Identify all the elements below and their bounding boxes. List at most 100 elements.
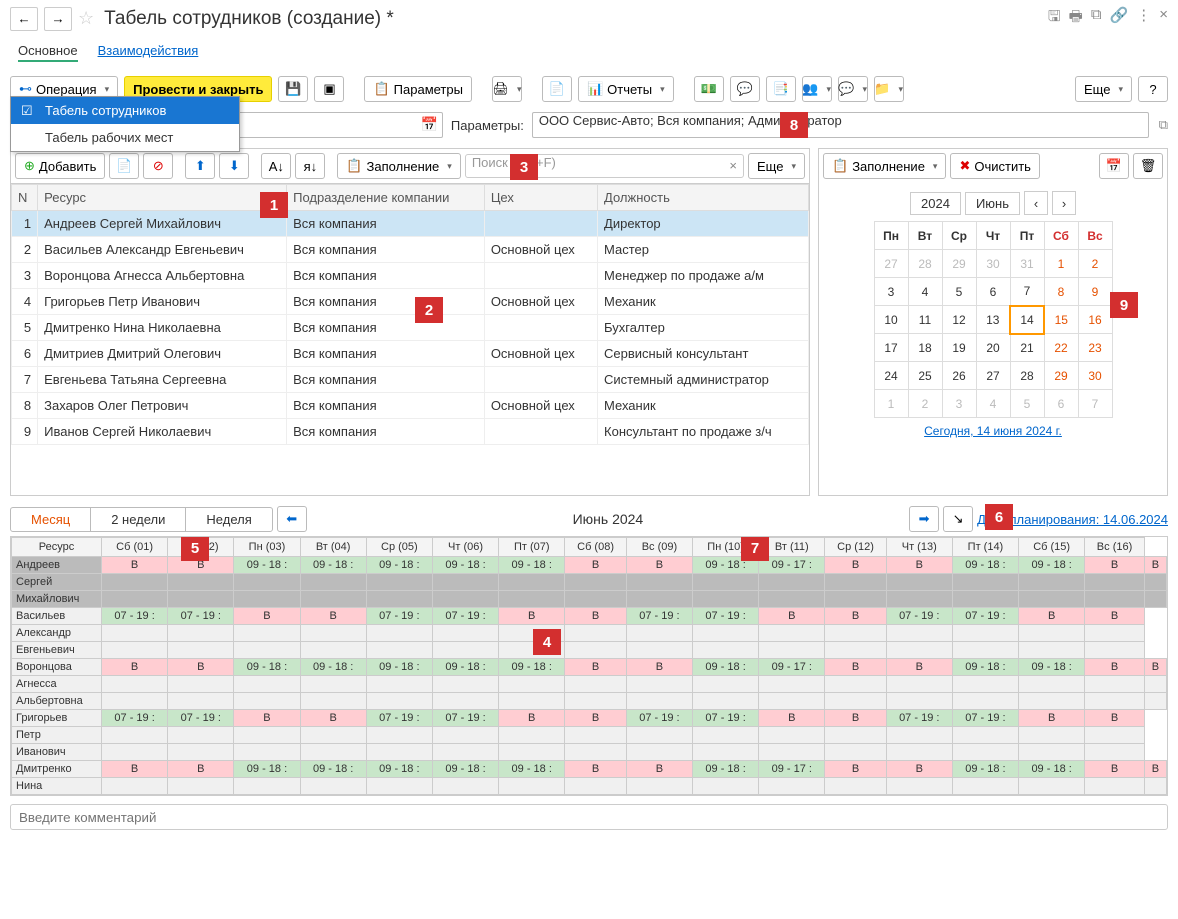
copy-button[interactable]: 📄 [109, 153, 139, 179]
sched-row[interactable]: Евгеньевич [12, 642, 1167, 659]
lp-more-button[interactable]: Еще [748, 153, 805, 179]
sched-cell[interactable]: В [1144, 761, 1166, 778]
cal-day[interactable]: 7 [1010, 278, 1044, 306]
search-input[interactable]: Поиск (Ctrl+F) × [465, 154, 744, 178]
forward-button[interactable]: → [44, 7, 72, 31]
table-row[interactable]: 6Дмитриев Дмитрий ОлеговичВся компанияОс… [12, 341, 809, 367]
sched-cell[interactable]: 07 - 19 : [168, 710, 234, 727]
kebab-menu-icon[interactable]: ⋮ [1136, 6, 1151, 31]
sched-cell[interactable]: 09 - 18 : [952, 761, 1018, 778]
sched-cell[interactable]: В [565, 557, 627, 574]
op-item-timesheet-emp[interactable]: Табель сотрудников [11, 97, 239, 124]
sched-cell[interactable]: 09 - 18 : [693, 761, 759, 778]
sched-row[interactable]: Васильев07 - 19 :07 - 19 :ВВ07 - 19 :07 … [12, 608, 1167, 625]
cal-day[interactable]: 8 [1044, 278, 1078, 306]
period-next-button[interactable]: ➡ [909, 506, 939, 532]
sched-cell[interactable]: 09 - 18 : [693, 659, 759, 676]
sched-cell[interactable]: 09 - 18 : [234, 659, 300, 676]
sched-cell[interactable]: 09 - 18 : [366, 659, 432, 676]
sched-cell[interactable]: В [565, 710, 627, 727]
cal-day[interactable]: 7 [1078, 390, 1112, 418]
sched-cell[interactable]: В [825, 710, 886, 727]
sched-cell[interactable]: 09 - 18 : [432, 761, 498, 778]
col-position[interactable]: Должность [598, 185, 809, 211]
sched-row[interactable]: Григорьев07 - 19 :07 - 19 :ВВ07 - 19 :07… [12, 710, 1167, 727]
cal-day[interactable]: 19 [942, 334, 976, 362]
resource-table[interactable]: N Ресурс Подразделение компании Цех Долж… [11, 184, 809, 445]
col-division[interactable]: Подразделение компании [287, 185, 485, 211]
table-row[interactable]: 8Захаров Олег ПетровичВся компанияОсновн… [12, 393, 809, 419]
sched-cell[interactable]: В [759, 608, 825, 625]
back-button[interactable]: ← [10, 7, 38, 31]
sched-row[interactable]: ДмитренкоВВ09 - 18 :09 - 18 :09 - 18 :09… [12, 761, 1167, 778]
rp-clear-button[interactable]: ✖ Очистить [950, 153, 1040, 179]
cal-day[interactable]: 25 [908, 362, 942, 390]
sched-row[interactable]: Альбертовна [12, 693, 1167, 710]
print-dropdown[interactable]: 🖨 [492, 76, 522, 102]
sched-cell[interactable]: 09 - 18 : [234, 761, 300, 778]
cal-day[interactable]: 14 [1010, 306, 1044, 334]
close-icon[interactable]: × [1159, 6, 1168, 31]
op-item-timesheet-wp[interactable]: Табель рабочих мест [11, 124, 239, 151]
calendar-grid[interactable]: ПнВтСрЧтПтСбВс 2728293031123456789101112… [874, 221, 1113, 418]
sched-cell[interactable]: 09 - 18 : [432, 557, 498, 574]
cal-day[interactable]: 18 [908, 334, 942, 362]
sched-cell[interactable]: В [499, 710, 565, 727]
clear-search-icon[interactable]: × [729, 158, 737, 173]
cal-day[interactable]: 22 [1044, 334, 1078, 362]
seg-month[interactable]: Месяц [11, 508, 91, 531]
cal-day[interactable]: 4 [976, 390, 1010, 418]
sched-cell[interactable]: В [886, 761, 952, 778]
sched-cell[interactable]: 07 - 19 : [952, 710, 1018, 727]
sched-cell[interactable]: 09 - 18 : [1019, 557, 1085, 574]
tb-icon-5[interactable]: 💬 [838, 76, 868, 102]
move-down-button[interactable]: ⬇ [219, 153, 249, 179]
save-icon[interactable]: 🖫 [1048, 6, 1061, 31]
sched-row[interactable]: Александр [12, 625, 1167, 642]
sched-cell[interactable]: 07 - 19 : [366, 710, 432, 727]
conduct-button[interactable]: ▣ [314, 76, 344, 102]
cal-month[interactable]: Июнь [965, 192, 1020, 215]
cal-day[interactable]: 2 [1078, 250, 1112, 278]
based-on-button[interactable]: 📄 [542, 76, 572, 102]
sched-row[interactable]: Петр [12, 727, 1167, 744]
cal-day[interactable]: 17 [874, 334, 908, 362]
cal-day[interactable]: 4 [908, 278, 942, 306]
cal-day[interactable]: 16 [1078, 306, 1112, 334]
cal-day[interactable]: 30 [976, 250, 1010, 278]
cal-day[interactable]: 28 [1010, 362, 1044, 390]
sched-cell[interactable]: 07 - 19 : [626, 608, 692, 625]
sched-cell[interactable]: В [1019, 710, 1085, 727]
sched-cell[interactable]: В [234, 710, 300, 727]
cal-day[interactable]: 13 [976, 306, 1010, 334]
col-n[interactable]: N [12, 185, 38, 211]
seg-two-weeks[interactable]: 2 недели [91, 508, 186, 531]
sched-cell[interactable]: В [565, 608, 627, 625]
cal-day[interactable]: 29 [942, 250, 976, 278]
sched-cell[interactable]: В [300, 608, 366, 625]
tb-icon-6[interactable]: 📁 [874, 76, 904, 102]
cal-day[interactable]: 21 [1010, 334, 1044, 362]
sched-cell[interactable]: 09 - 18 : [300, 761, 366, 778]
sched-row[interactable]: Нина [12, 778, 1167, 795]
sched-cell[interactable]: 09 - 18 : [300, 557, 366, 574]
tab-interactions[interactable]: Взаимодействия [98, 41, 199, 62]
sched-cell[interactable]: В [1144, 659, 1166, 676]
cal-day[interactable]: 26 [942, 362, 976, 390]
calendar-icon[interactable]: 📅 [420, 116, 437, 133]
sched-cell[interactable]: В [1144, 557, 1166, 574]
cal-day[interactable]: 3 [874, 278, 908, 306]
cal-day[interactable]: 1 [1044, 250, 1078, 278]
sched-row[interactable]: Сергей [12, 574, 1167, 591]
cal-day[interactable]: 15 [1044, 306, 1078, 334]
tb-icon-2[interactable]: 💬 [730, 76, 760, 102]
cal-day[interactable]: 2 [908, 390, 942, 418]
add-button[interactable]: ⊕ Добавить [15, 153, 105, 179]
cal-day[interactable]: 3 [942, 390, 976, 418]
open-params-icon[interactable]: ⧉ [1159, 117, 1168, 133]
sched-cell[interactable]: В [565, 659, 627, 676]
cal-day[interactable]: 27 [874, 250, 908, 278]
plan-icon-button[interactable]: ↘ [943, 506, 973, 532]
sched-cell[interactable]: В [1085, 710, 1145, 727]
cal-day[interactable]: 31 [1010, 250, 1044, 278]
